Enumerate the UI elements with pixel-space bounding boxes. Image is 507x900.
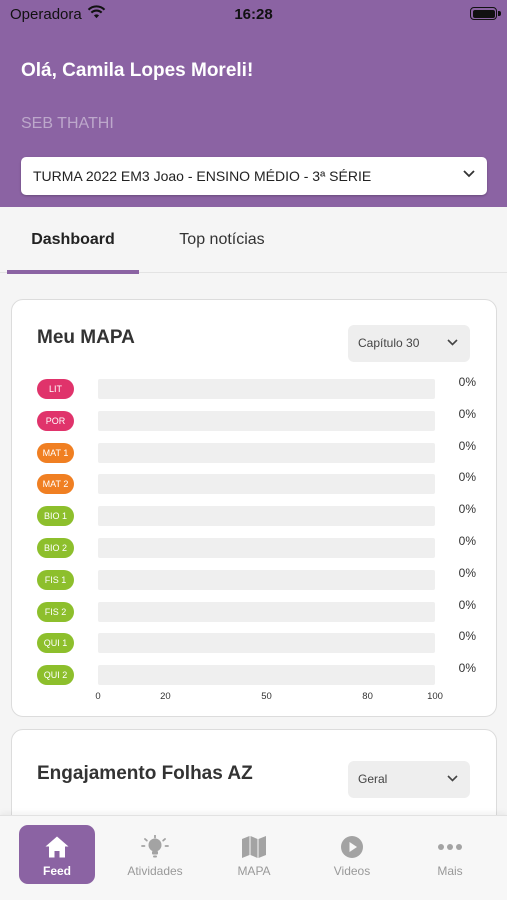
school-name: SEB THATHI <box>21 115 114 132</box>
progress-percent: 0% <box>458 629 476 644</box>
subject-pill: POR <box>37 410 74 431</box>
tab-dashboard-label: Dashboard <box>31 231 115 248</box>
subject-row: BIO 2 0% <box>12 534 496 560</box>
nav-atividades[interactable]: Atividades <box>117 825 193 884</box>
lightbulb-icon <box>141 835 169 858</box>
progress-bar <box>98 410 435 431</box>
subject-pill: QUI 1 <box>37 633 74 654</box>
subject-pill: FIS 2 <box>37 601 74 622</box>
subject-row: MAT 1 0% <box>12 439 496 465</box>
progress-bar <box>98 442 435 463</box>
play-icon <box>341 836 363 858</box>
subject-row: MAT 2 0% <box>12 470 496 496</box>
subject-row: QUI 1 0% <box>12 629 496 655</box>
axis-tick-label: 100 <box>427 691 443 702</box>
nav-feed[interactable]: Feed <box>19 825 95 884</box>
progress-percent: 0% <box>458 661 476 676</box>
progress-percent: 0% <box>458 438 476 453</box>
battery-tip <box>498 11 501 16</box>
nav-mais-label: Mais <box>437 864 463 878</box>
tab-top-news-label: Top notícias <box>179 231 265 248</box>
progress-bar <box>98 633 435 654</box>
subject-pill: FIS 1 <box>37 569 74 590</box>
progress-percent: 0% <box>458 470 476 485</box>
subject-row: QUI 2 0% <box>12 661 496 687</box>
chevron-down-icon <box>447 775 458 782</box>
subject-pill: LIT <box>37 379 74 399</box>
axis-tick-label: 80 <box>362 691 373 702</box>
nav-atividades-label: Atividades <box>127 864 183 878</box>
progress-percent: 0% <box>458 375 476 389</box>
engagement-dropdown[interactable]: Geral <box>348 761 470 798</box>
axis-tick-label: 50 <box>261 691 272 702</box>
tab-top-news[interactable]: Top notícias <box>160 207 284 273</box>
engagement-dropdown-value: Geral <box>358 772 388 786</box>
axis-tick-label: 0 <box>95 691 101 702</box>
progress-bar <box>98 538 435 558</box>
nav-mais[interactable]: Mais <box>412 825 488 884</box>
tab-bar: Dashboard Top notícias <box>0 207 507 274</box>
progress-bar <box>98 601 435 622</box>
progress-percent: 0% <box>458 502 476 517</box>
status-bar: Operadora 16:28 <box>0 0 507 30</box>
header: Operadora 16:28 Olá, Camila Lopes Moreli… <box>0 0 507 207</box>
nav-videos-label: Videos <box>333 864 371 878</box>
map-icon <box>242 836 266 858</box>
subject-pill: MAT 1 <box>37 442 74 463</box>
axis-tick-label: 20 <box>160 691 171 702</box>
nav-mapa[interactable]: MAPA <box>216 825 292 884</box>
bottom-nav: Feed Atividades MAPA Videos Mais <box>0 815 507 900</box>
tab-dashboard[interactable]: Dashboard <box>7 207 139 274</box>
subject-row: FIS 2 0% <box>12 598 496 624</box>
subject-pill: BIO 2 <box>37 538 74 558</box>
progress-percent: 0% <box>458 534 476 548</box>
progress-bar <box>98 506 435 527</box>
progress-bar <box>98 569 435 590</box>
chevron-down-icon <box>447 339 458 346</box>
progress-percent: 0% <box>458 565 476 580</box>
greeting: Olá, Camila Lopes Moreli! <box>21 60 254 81</box>
progress-bar <box>98 379 435 399</box>
subject-row: FIS 1 0% <box>12 566 496 592</box>
subject-pill: MAT 2 <box>37 474 74 495</box>
home-icon <box>45 836 69 858</box>
progress-percent: 0% <box>458 597 476 612</box>
chevron-down-icon <box>463 170 475 178</box>
chapter-dropdown-value: Capítulo 30 <box>358 336 420 350</box>
nav-feed-label: Feed <box>42 864 71 878</box>
battery-icon <box>470 7 497 20</box>
nav-mapa-label: MAPA <box>237 864 271 878</box>
subject-row: POR 0% <box>12 407 496 433</box>
subject-pill: BIO 1 <box>37 506 74 527</box>
class-selector[interactable]: TURMA 2022 EM3 Joao - ENSINO MÉDIO - 3ª … <box>21 157 487 195</box>
progress-bar <box>98 474 435 495</box>
progress-percent: 0% <box>458 406 476 421</box>
clock: 16:28 <box>234 6 273 23</box>
engagement-title: Engajamento Folhas AZ <box>37 763 253 784</box>
subject-row: LIT 0% <box>12 375 496 401</box>
subject-pill: QUI 2 <box>37 665 74 686</box>
chapter-dropdown[interactable]: Capítulo 30 <box>348 325 470 362</box>
nav-videos[interactable]: Videos <box>314 825 390 884</box>
class-selector-value: TURMA 2022 EM3 Joao - ENSINO MÉDIO - 3ª … <box>33 168 372 184</box>
subject-row: BIO 1 0% <box>12 502 496 528</box>
progress-bar <box>98 665 435 686</box>
meu-mapa-title: Meu MAPA <box>37 327 135 348</box>
more-icon <box>438 844 462 850</box>
active-tab-indicator <box>7 270 139 274</box>
meu-mapa-card: Meu MAPA Capítulo 30 LIT 0% POR 0% MAT 1 0% MA… <box>11 299 497 717</box>
